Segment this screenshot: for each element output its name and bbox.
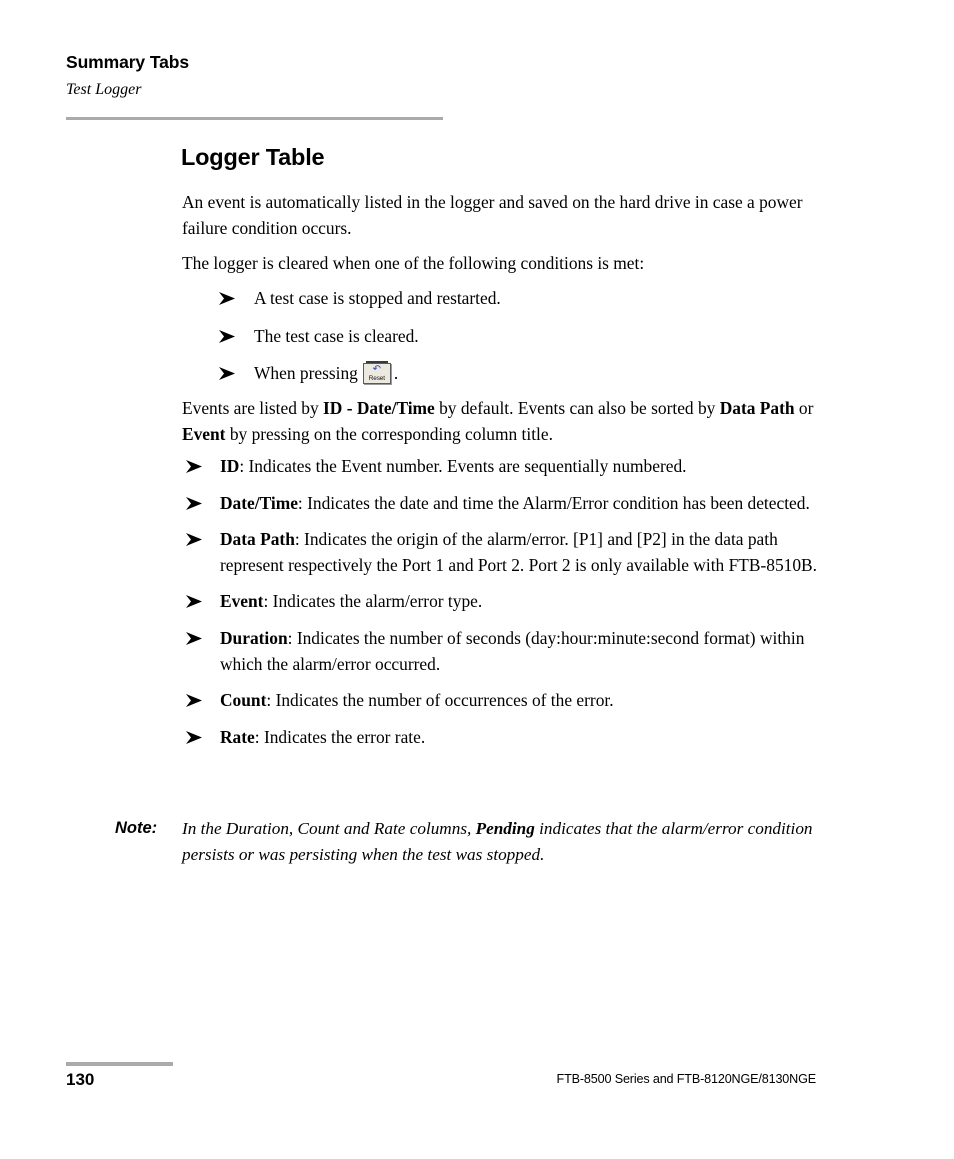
arrow-bullet-icon: [218, 290, 237, 307]
arrow-bullet-icon: [218, 365, 237, 382]
list-item: Duration: Indicates the number of second…: [185, 626, 825, 677]
button-top-edge: [365, 361, 388, 364]
conditions-lead-in: The logger is cleared when one of the fo…: [182, 253, 645, 273]
definition-term: Data Path: [220, 529, 295, 550]
reset-button[interactable]: ↶ Reset: [362, 361, 391, 385]
footer-divider: [66, 1062, 173, 1066]
arrow-bullet-icon: [185, 593, 204, 610]
note-label: Note:: [115, 819, 158, 837]
list-item: The test case is cleared.: [218, 324, 648, 350]
header-section-subtitle: Test Logger: [66, 81, 142, 98]
list-item-label: Rate: Indicates the error rate.: [185, 725, 825, 751]
definition-description: : Indicates the alarm/error type.: [263, 591, 483, 612]
arrow-bullet-icon: [185, 495, 204, 512]
arrow-bullet-icon: [185, 458, 204, 475]
arrow-bullet-icon: [218, 328, 237, 345]
list-item-label: When pressing ↶ Reset.: [218, 361, 648, 387]
note-bold-pending: Pending: [475, 819, 535, 838]
intro-paragraph: An event is automatically listed in the …: [182, 192, 803, 238]
list-item-label: Event: Indicates the alarm/error type.: [185, 589, 825, 615]
definition-description: : Indicates the error rate.: [254, 726, 426, 747]
page-number: 130: [66, 1070, 95, 1089]
conditions-list: A test case is stopped and restarted. Th…: [218, 286, 648, 399]
list-item: Data Path: Indicates the origin of the a…: [185, 527, 825, 578]
definition-description: : Indicates the number of seconds (day:h…: [220, 627, 805, 674]
list-item-label: ID: Indicates the Event number. Events a…: [185, 454, 825, 480]
list-item: Event: Indicates the alarm/error type.: [185, 589, 825, 615]
list-item: A test case is stopped and restarted.: [218, 286, 648, 312]
definition-description: : Indicates the number of occurrences of…: [266, 690, 614, 711]
note-text-part1: In the Duration, Count and Rate columns,: [182, 819, 476, 838]
definition-description: : Indicates the Event number. Events are…: [239, 456, 687, 476]
definition-term: Date/Time: [220, 492, 298, 513]
footer-product-name: FTB-8500 Series and FTB-8120NGE/8130NGE: [556, 1072, 817, 1086]
definition-term: Rate: [220, 726, 255, 747]
reset-button-label: Reset: [368, 375, 385, 383]
list-item-label: A test case is stopped and restarted.: [254, 288, 501, 308]
sorting-text-part1: Events are listed by: [182, 398, 324, 418]
sorting-text-part2: by default. Events can also be sorted by: [434, 398, 720, 418]
list-item: When pressing ↶ Reset.: [218, 361, 648, 387]
list-item: Rate: Indicates the error rate.: [185, 725, 825, 751]
list-item: Date/Time: Indicates the date and time t…: [185, 491, 825, 517]
list-item-suffix: .: [393, 363, 399, 384]
sorting-bold-event: Event: [182, 423, 226, 444]
definition-description: : Indicates the origin of the alarm/erro…: [220, 529, 817, 575]
sorting-paragraph: Events are listed by ID - Date/Time by d…: [182, 396, 816, 447]
column-definitions-list: ID: Indicates the Event number. Events a…: [185, 454, 825, 761]
list-item-label: The test case is cleared.: [254, 325, 419, 346]
running-header: Summary Tabs Test Logger: [66, 52, 444, 99]
sorting-text-part3: or: [794, 398, 814, 418]
document-page: Summary Tabs Test Logger Logger Table An…: [0, 0, 954, 1159]
list-item-label: Date/Time: Indicates the date and time t…: [185, 491, 825, 517]
header-chapter-title: Summary Tabs: [66, 52, 189, 72]
definition-term: Duration: [220, 627, 288, 648]
definition-term: Event: [220, 591, 264, 612]
sorting-bold-data-path: Data Path: [719, 398, 795, 418]
list-item: ID: Indicates the Event number. Events a…: [185, 454, 825, 480]
definition-term: ID: [220, 456, 240, 476]
sorting-text-part4: by pressing on the corresponding column …: [225, 423, 553, 444]
arrow-bullet-icon: [185, 729, 204, 746]
definition-description: : Indicates the date and time the Alarm/…: [297, 492, 810, 513]
list-item: Count: Indicates the number of occurrenc…: [185, 688, 825, 714]
list-item-label: Count: Indicates the number of occurrenc…: [185, 688, 825, 714]
arrow-bullet-icon: [185, 630, 204, 647]
arrow-bullet-icon: [185, 692, 204, 709]
list-item-prefix: When pressing: [254, 363, 358, 384]
header-divider: [66, 117, 443, 120]
definition-term: Count: [220, 690, 267, 711]
arrow-bullet-icon: [185, 531, 204, 548]
list-item-label: Duration: Indicates the number of second…: [185, 626, 825, 677]
page-title: Logger Table: [181, 144, 325, 170]
undo-arrow-icon: ↶: [372, 364, 382, 376]
note-block: Note: In the Duration, Count and Rate co…: [115, 816, 835, 867]
note-body: In the Duration, Count and Rate columns,…: [182, 816, 822, 867]
list-item-label: Data Path: Indicates the origin of the a…: [185, 527, 825, 578]
sorting-bold-id-datetime: ID - Date/Time: [323, 398, 435, 418]
